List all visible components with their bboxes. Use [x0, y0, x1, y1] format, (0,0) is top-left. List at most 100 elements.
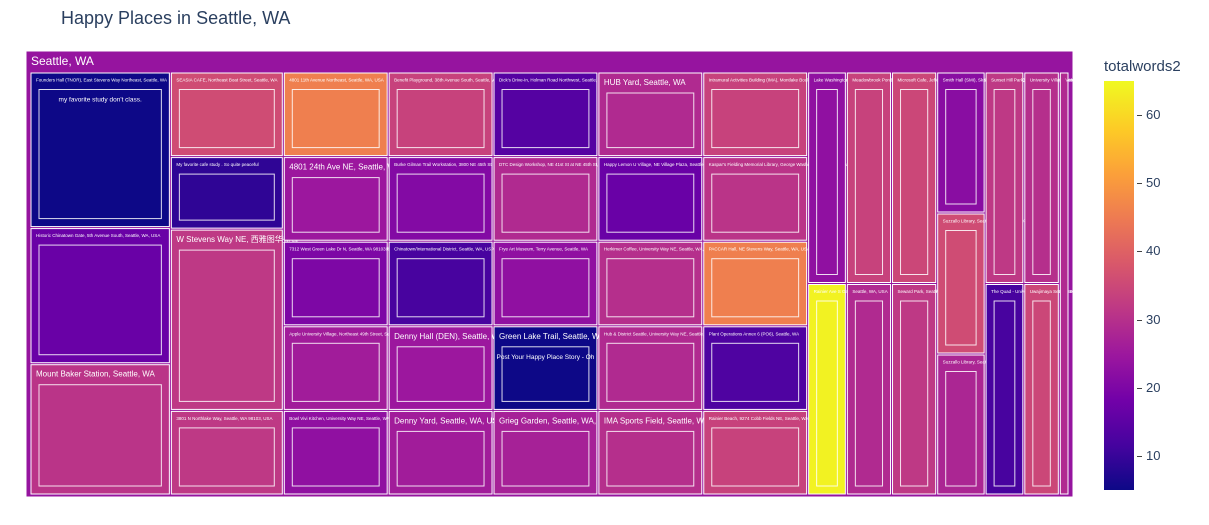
treemap-cell[interactable]: Historic Chinatown Gate, 5th Avenue Sout…: [30, 228, 170, 364]
treemap-cell-box[interactable]: [937, 354, 985, 495]
treemap-cell-box[interactable]: [283, 410, 388, 495]
treemap-cell-box[interactable]: [985, 284, 1024, 495]
treemap-cell[interactable]: Mount Baker Station, Seattle, WA: [30, 364, 170, 495]
treemap-cell-label: Mount Baker Station, Seattle, WA: [36, 370, 156, 379]
treemap-cell[interactable]: Happy Lemon U Village, NE Village Plaza,…: [598, 157, 713, 241]
treemap-cell-label: SEASIA CAFE, Northeast Boat Street, Seat…: [176, 78, 277, 83]
treemap-cell-label: 4801 24th Ave NE, Seattle, WA: [289, 163, 400, 172]
treemap-cell-box[interactable]: [388, 72, 493, 157]
treemap-cell-label: Denny Yard, Seattle, WA, USA: [394, 416, 503, 425]
treemap-cell-box[interactable]: [388, 241, 493, 326]
treemap-cell[interactable]: 4801 24th Ave NE, Seattle, WA: [283, 157, 401, 241]
treemap-chart: Seattle, WA Founders Hall (TNOR), East St…: [25, 50, 1173, 498]
treemap-cell-label: Green Lake Trail, Seattle, WA: [499, 332, 605, 341]
colorbar-tick: 10: [1137, 448, 1160, 463]
treemap-cell[interactable]: Frye Art Museum, Terry Avenue, Seattle, …: [493, 241, 598, 326]
treemap-cell-label: Plant Operations Annex 6 (PO6), Seattle,…: [709, 331, 799, 336]
treemap-cell-label: Bowl Vivi Kitchen, University Way NE, Se…: [289, 416, 389, 421]
treemap-cell-box[interactable]: [388, 157, 493, 241]
treemap-cell-label: Dick's Drive-In, Holman Road Northwest, …: [499, 78, 605, 83]
colorbar-tick: 60: [1137, 107, 1160, 122]
treemap-cell[interactable]: PACCAR Hall, NE Stevens Way, Seattle, WA…: [703, 241, 810, 326]
treemap-cell-box[interactable]: [846, 284, 892, 495]
treemap-cell-label: Seattle, WA, USA: [852, 289, 887, 294]
treemap-cell-box[interactable]: [703, 326, 808, 410]
treemap-cell-box[interactable]: [892, 72, 937, 283]
treemap-cell-box[interactable]: [30, 364, 170, 495]
treemap-cell-box[interactable]: [808, 72, 846, 283]
treemap-cell[interactable]: Bowl Vivi Kitchen, University Way NE, Se…: [283, 410, 390, 495]
treemap-cell-text: Post Your Happy Place Story - Oh: [497, 354, 595, 361]
treemap-cell-label: IMA Sports Field, Seattle, WA: [604, 416, 710, 425]
treemap-cell-label: HUB Yard, Seattle, WA: [604, 78, 686, 87]
treemap-cell-box[interactable]: [283, 326, 388, 410]
treemap-cell-label: Founders Hall (TNOR), East Stevens Way N…: [36, 78, 167, 83]
treemap-cell[interactable]: Grieg Garden, Seattle, WA, USA: [493, 410, 615, 495]
treemap-cell-label: Frye Art Museum, Terry Avenue, Seattle, …: [499, 247, 588, 252]
treemap-cell-label: Hub & District Seattle, University Way N…: [604, 331, 713, 336]
colorbar-gradient: [1104, 81, 1134, 490]
treemap-cell-box[interactable]: [808, 284, 846, 495]
colorbar-tick: 50: [1137, 175, 1160, 190]
treemap-cell[interactable]: Green Lake Trail, Seattle, WA Post Your H…: [493, 326, 605, 410]
treemap-cell[interactable]: My favorite cafe study . So quite peacef…: [170, 157, 283, 229]
treemap-cell-box[interactable]: [598, 326, 703, 410]
treemap-cell-box[interactable]: [283, 241, 388, 326]
treemap-cell[interactable]: Benefit Playground, 38th Avenue South, S…: [388, 72, 499, 157]
treemap-cell-box[interactable]: [170, 410, 283, 495]
treemap-cell[interactable]: Denny Yard, Seattle, WA, USA: [388, 410, 504, 495]
treemap-cell-box[interactable]: [703, 241, 808, 326]
treemap-root-label: Seattle, WA: [31, 54, 94, 68]
treemap-cell-box[interactable]: [170, 72, 283, 157]
colorbar-tick: 30: [1137, 312, 1160, 327]
treemap-cell-box[interactable]: [985, 72, 1024, 283]
treemap-cell-box[interactable]: [846, 72, 892, 283]
treemap-cell-box[interactable]: [1024, 284, 1059, 495]
treemap-cell[interactable]: Seattle, WA, USA: [846, 284, 892, 495]
treemap-cell-box[interactable]: [493, 241, 598, 326]
treemap-cell[interactable]: 7312 West Green Lake Dr N, Seattle, WA 9…: [283, 241, 395, 326]
treemap-cell-label: W Stevens Way NE, 西雅图华盛顿: [176, 234, 298, 244]
treemap-cell[interactable]: Herkimer Coffee, University Way NE, Seat…: [598, 241, 714, 326]
treemap-cell-box[interactable]: [937, 213, 985, 354]
treemap-cell[interactable]: 4801 11th Avenue Northeast, Seattle, WA,…: [283, 72, 388, 157]
treemap-cell-box[interactable]: [493, 157, 598, 241]
treemap-cell-label: PACCAR Hall, NE Stevens Way, Seattle, WA…: [709, 247, 810, 252]
treemap-cell-box[interactable]: [892, 284, 937, 495]
treemap-cell[interactable]: Dick's Drive-In, Holman Road Northwest, …: [493, 72, 606, 157]
treemap-cell-label: 7312 West Green Lake Dr N, Seattle, WA 9…: [289, 246, 395, 253]
colorbar-tick: 20: [1137, 380, 1160, 395]
treemap-cell[interactable]: W Stevens Way NE, 西雅图华盛顿: [170, 229, 299, 410]
treemap-cell-label: Chinatown/International District, Seattl…: [394, 247, 494, 252]
colorbar-title: totalwords2: [1104, 58, 1181, 75]
treemap-cell-label: 3801 N Northlake Way, Seattle, WA 98103,…: [176, 416, 272, 421]
treemap-cell-box[interactable]: [703, 72, 808, 157]
treemap-cell-label: Grieg Garden, Seattle, WA, USA: [499, 416, 615, 425]
treemap-cell[interactable]: Founders Hall (TNOR), East Stevens Way N…: [30, 72, 170, 228]
colorbar-tick: 40: [1137, 243, 1160, 258]
treemap-cell-label: 4801 11th Avenue Northeast, Seattle, WA,…: [289, 78, 383, 83]
treemap-cell-box[interactable]: [30, 228, 170, 364]
treemap-cell-box[interactable]: [703, 157, 808, 241]
treemap-cell-box[interactable]: [493, 72, 598, 157]
treemap-cell-box[interactable]: [1024, 72, 1059, 283]
treemap-cell[interactable]: Chinatown/International District, Seattl…: [388, 241, 494, 326]
treemap-cell-box[interactable]: [1059, 72, 1069, 495]
treemap-cell-box[interactable]: [170, 157, 283, 229]
treemap-cell[interactable]: Plant Operations Annex 6 (PO6), Seattle,…: [703, 326, 808, 410]
treemap-cell-box[interactable]: [703, 410, 808, 495]
treemap-cell[interactable]: 3801 N Northlake Way, Seattle, WA 98103,…: [170, 410, 283, 495]
treemap-cell-box[interactable]: [170, 229, 283, 410]
treemap-cell-label: Happy Lemon U Village, NE Village Plaza,…: [604, 162, 713, 167]
treemap-cell-box[interactable]: [598, 157, 703, 241]
treemap-cell-box[interactable]: [598, 241, 703, 326]
treemap-cell-label: Benefit Playground, 38th Avenue South, S…: [394, 78, 499, 83]
treemap-cell-box[interactable]: [937, 72, 985, 213]
treemap-cell-text: my favorite study don't class.: [59, 97, 142, 104]
treemap-cell-box[interactable]: [283, 72, 388, 157]
treemap-cell[interactable]: HUB Yard, Seattle, WA: [598, 72, 703, 157]
treemap-cell-label: Herkimer Coffee, University Way NE, Seat…: [604, 247, 714, 252]
treemap-cell[interactable]: IMA Sports Field, Seattle, WA: [598, 410, 710, 495]
treemap-cell[interactable]: Hub & District Seattle, University Way N…: [598, 326, 713, 410]
treemap-cell[interactable]: SEASIA CAFE, Northeast Boat Street, Seat…: [170, 72, 283, 157]
